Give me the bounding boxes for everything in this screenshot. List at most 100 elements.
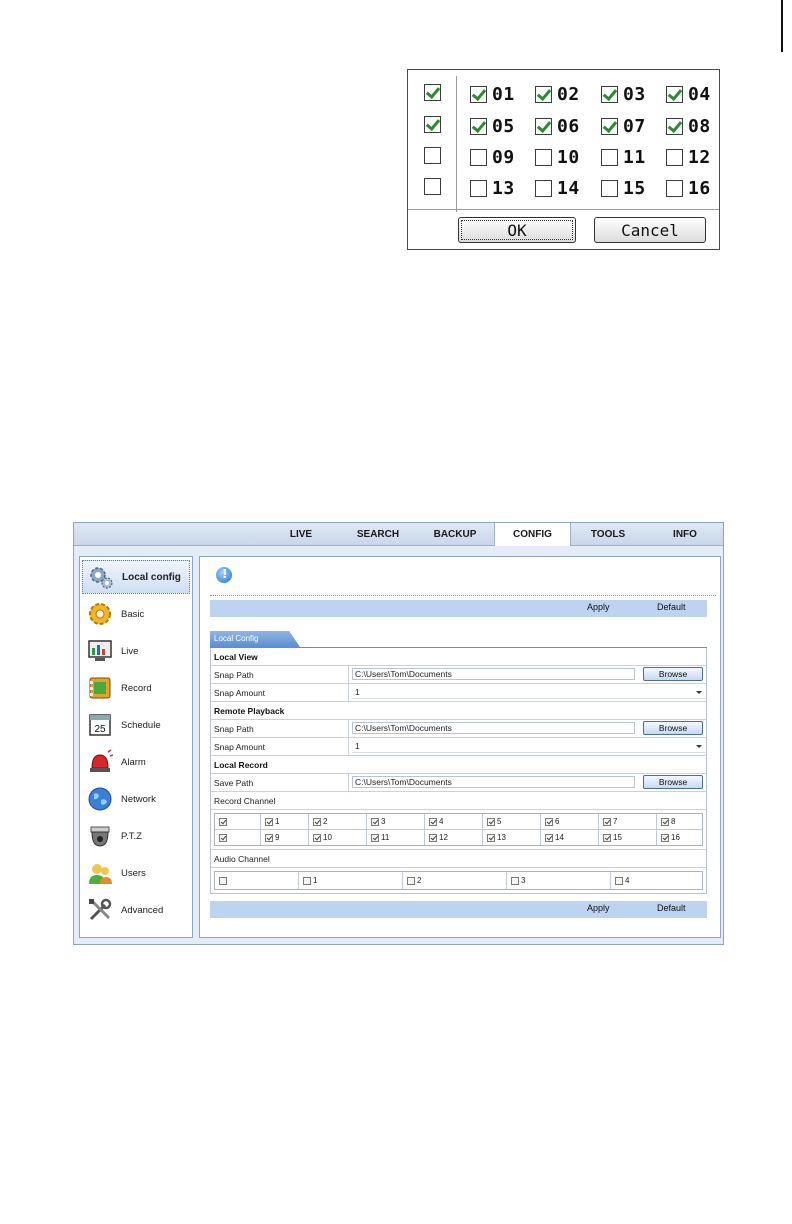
record-channel-checkbox[interactable] [545, 817, 553, 826]
field-label: Audio Channel [214, 854, 270, 864]
sidebar-item-live[interactable]: Live [82, 634, 190, 668]
sidebar-item-basic[interactable]: Basic [82, 597, 190, 631]
tab-config[interactable]: CONFIG [494, 523, 571, 546]
channel-checkbox[interactable] [535, 148, 552, 166]
sidebar-item-label: Local config [122, 571, 181, 583]
audio-channel-checkbox[interactable] [219, 876, 227, 885]
audio-channel-checkbox[interactable] [407, 876, 415, 885]
channel-checkbox[interactable] [535, 179, 552, 197]
record-channel-checkbox[interactable] [265, 833, 273, 842]
channel-checkbox[interactable] [601, 85, 618, 103]
record-channel-checkbox[interactable] [603, 817, 611, 826]
calendar-icon: 25 [87, 712, 113, 738]
channel-number: 07 [623, 115, 646, 137]
channel-label: 4 [625, 876, 630, 885]
channel-label: 2 [417, 876, 422, 885]
row-select-all-checkbox[interactable] [424, 84, 441, 101]
record-channel-checkbox[interactable] [603, 833, 611, 842]
channel-checkbox[interactable] [470, 179, 487, 197]
record-channel-checkbox[interactable] [429, 817, 437, 826]
sidebar-item-network[interactable]: Network [82, 782, 190, 816]
channel-checkbox[interactable] [470, 148, 487, 166]
channel-row: 13 14 15 16 [408, 174, 719, 202]
record-channel-cell: 16 [657, 830, 702, 845]
channel-checkbox[interactable] [666, 85, 683, 103]
sidebar-item-record[interactable]: Record [82, 671, 190, 705]
tab-backup[interactable]: BACKUP [423, 523, 487, 545]
save-path-input[interactable]: C:\Users\Tom\Documents [352, 776, 635, 788]
apply-button[interactable]: Apply [587, 602, 610, 612]
audio-channel-cell: 2 [403, 872, 507, 889]
sidebar-item-users[interactable]: Users [82, 856, 190, 890]
browse-button[interactable]: Browse [643, 721, 703, 735]
cancel-button[interactable]: Cancel [594, 217, 706, 243]
channel-checkbox[interactable] [535, 117, 552, 135]
snap-amount-select[interactable]: 1 [352, 741, 705, 753]
audio-channel-label-row: Audio Channel [211, 850, 706, 868]
audio-channel-row: 1 2 3 4 [215, 872, 702, 889]
tab-search[interactable]: SEARCH [346, 523, 410, 545]
channel-checkbox[interactable] [666, 179, 683, 197]
channel-checkbox[interactable] [601, 148, 618, 166]
record-channel-row: 9 10 11 12 13 14 15 16 [215, 830, 702, 845]
record-channel-checkbox[interactable] [371, 817, 379, 826]
record-channel-checkbox[interactable] [219, 833, 227, 842]
snap-amount-row: Snap Amount 1 [211, 684, 706, 702]
channel-number: 05 [492, 115, 515, 137]
browse-button[interactable]: Browse [643, 667, 703, 681]
row-select-all-checkbox[interactable] [424, 116, 441, 133]
tab-local-config[interactable]: Local Config [210, 631, 300, 647]
audio-channel-checkbox[interactable] [615, 876, 623, 885]
record-channel-checkbox[interactable] [313, 833, 321, 842]
channel-checkbox[interactable] [535, 85, 552, 103]
record-channel-grid: 1 2 3 4 5 6 7 8 9 10 11 12 13 14 15 16 [214, 813, 703, 846]
record-channel-checkbox[interactable] [487, 817, 495, 826]
record-channel-checkbox[interactable] [487, 833, 495, 842]
channel-label: 9 [275, 833, 280, 842]
tab-live[interactable]: LIVE [271, 523, 331, 545]
apply-button[interactable]: Apply [587, 903, 610, 913]
record-channel-checkbox[interactable] [661, 833, 669, 842]
row-select-all-checkbox[interactable] [424, 178, 441, 195]
snap-path-input[interactable]: C:\Users\Tom\Documents [352, 722, 635, 734]
channel-checkbox[interactable] [601, 117, 618, 135]
field-label: Snap Path [214, 724, 254, 734]
record-channel-row: 1 2 3 4 5 6 7 8 [215, 814, 702, 830]
channel-checkbox[interactable] [666, 117, 683, 135]
sidebar-item-alarm[interactable]: Alarm [82, 745, 190, 779]
record-channel-cell: 10 [309, 830, 367, 845]
record-channel-checkbox[interactable] [371, 833, 379, 842]
audio-channel-checkbox[interactable] [511, 876, 519, 885]
field-label: Snap Amount [214, 688, 266, 698]
audio-channel-checkbox[interactable] [303, 876, 311, 885]
ok-button[interactable]: OK [458, 217, 576, 243]
row-select-all-checkbox[interactable] [424, 147, 441, 164]
record-channel-checkbox[interactable] [429, 833, 437, 842]
record-channel-checkbox[interactable] [661, 817, 669, 826]
record-channel-checkbox[interactable] [545, 833, 553, 842]
sidebar-item-schedule[interactable]: 25 Schedule [82, 708, 190, 742]
sidebar-item-ptz[interactable]: P.T.Z [82, 819, 190, 853]
default-button[interactable]: Default [657, 903, 686, 913]
sidebar-item-advanced[interactable]: Advanced [82, 893, 190, 927]
record-channel-cell: 6 [541, 814, 599, 829]
channel-checkbox[interactable] [601, 179, 618, 197]
channel-checkbox[interactable] [470, 117, 487, 135]
default-button[interactable]: Default [657, 602, 686, 612]
snap-amount-select[interactable]: 1 [352, 687, 705, 699]
channel-checkbox[interactable] [470, 85, 487, 103]
record-all-cell [215, 814, 261, 829]
snap-path-input[interactable]: C:\Users\Tom\Documents [352, 668, 635, 680]
tab-tools[interactable]: TOOLS [580, 523, 636, 545]
browse-button[interactable]: Browse [643, 775, 703, 789]
section-local-record: Local Record [211, 756, 706, 774]
channel-number: 08 [688, 115, 711, 137]
tab-info[interactable]: INFO [658, 523, 712, 545]
record-channel-checkbox[interactable] [265, 817, 273, 826]
record-channel-cell: 7 [599, 814, 657, 829]
channel-label: 14 [555, 833, 564, 842]
record-channel-checkbox[interactable] [313, 817, 321, 826]
channel-checkbox[interactable] [666, 148, 683, 166]
record-channel-checkbox[interactable] [219, 817, 227, 826]
sidebar-item-local-config[interactable]: Local config [82, 560, 190, 594]
